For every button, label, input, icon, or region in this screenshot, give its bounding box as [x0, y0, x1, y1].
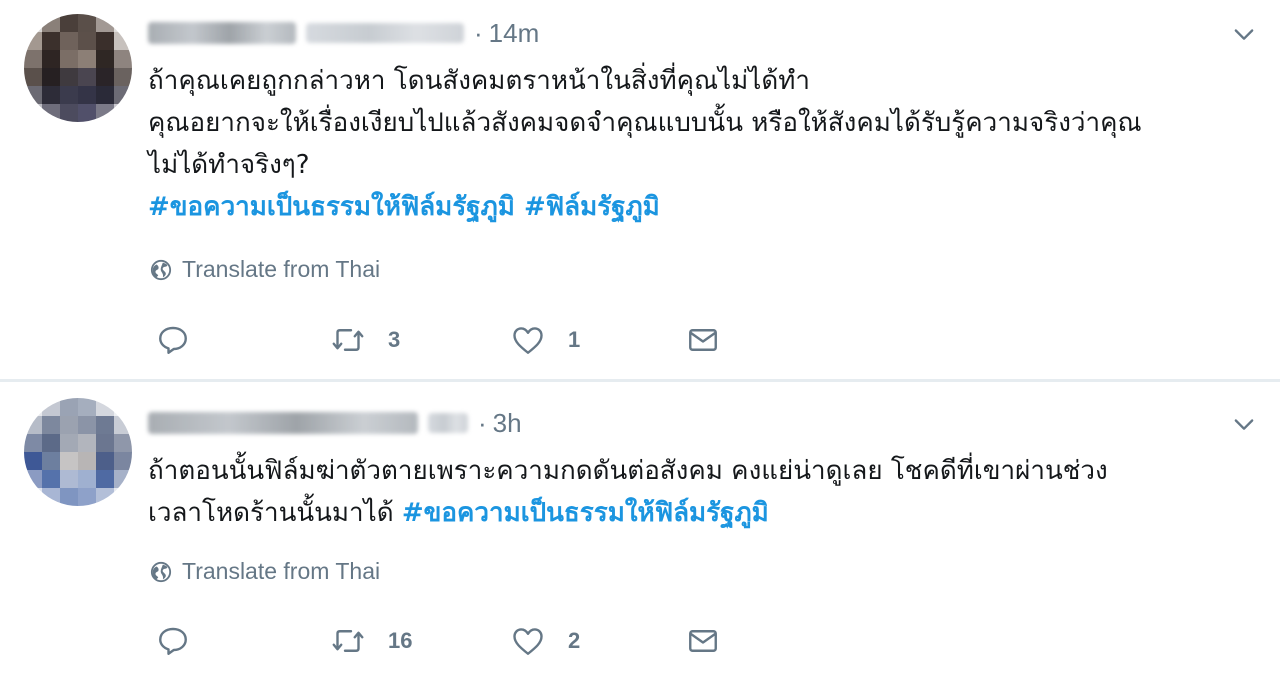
like-count: 2 [568, 628, 581, 653]
chevron-down-icon[interactable] [1230, 410, 1258, 438]
tweet-text-line: ถ้าตอนนั้นฟิล์มฆ่าตัวตายเพราะความกดดันต่… [148, 456, 1108, 486]
hashtag-link[interactable]: #ขอความเป็นธรรมให้ฟิล์มรัฐภูมิ [402, 498, 769, 528]
tweet-text-line: เวลาโหดร้านนั้นมาได้ [148, 498, 402, 528]
heart-icon [513, 628, 543, 655]
translate-label[interactable]: Translate from Thai [182, 558, 380, 585]
envelope-icon [689, 630, 717, 652]
author-handle-blurred[interactable] [428, 413, 468, 433]
tweet-feed: · 14m ถ้าคุณเคยถูกกล่าวหา โดนสังคมตราหน้า… [0, 0, 1280, 674]
tweet-text: ถ้าตอนนั้นฟิล์มฆ่าตัวตายเพราะความกดดันต่… [148, 450, 1258, 534]
tweet-actions: 16 2 [155, 621, 721, 661]
globe-icon [150, 561, 172, 582]
reply-button[interactable] [155, 623, 330, 659]
like-button[interactable]: 2 [510, 623, 685, 659]
retweet-count: 16 [388, 628, 413, 653]
tweet-timestamp[interactable]: · 3h [478, 408, 522, 439]
reply-icon [159, 627, 187, 655]
tweet-2-body: · 3h ถ้าตอนนั้นฟิล์มฆ่าตัวตายเพราะความกดด… [0, 0, 1280, 674]
retweet-button[interactable]: 16 [330, 623, 510, 659]
retweet-icon [332, 630, 364, 652]
direct-message-button[interactable] [685, 623, 721, 659]
avatar[interactable] [24, 398, 132, 506]
author-name-blurred[interactable] [148, 412, 418, 434]
tweet-header: · 3h [148, 403, 522, 443]
translate-link[interactable]: Translate from Thai [150, 558, 380, 585]
